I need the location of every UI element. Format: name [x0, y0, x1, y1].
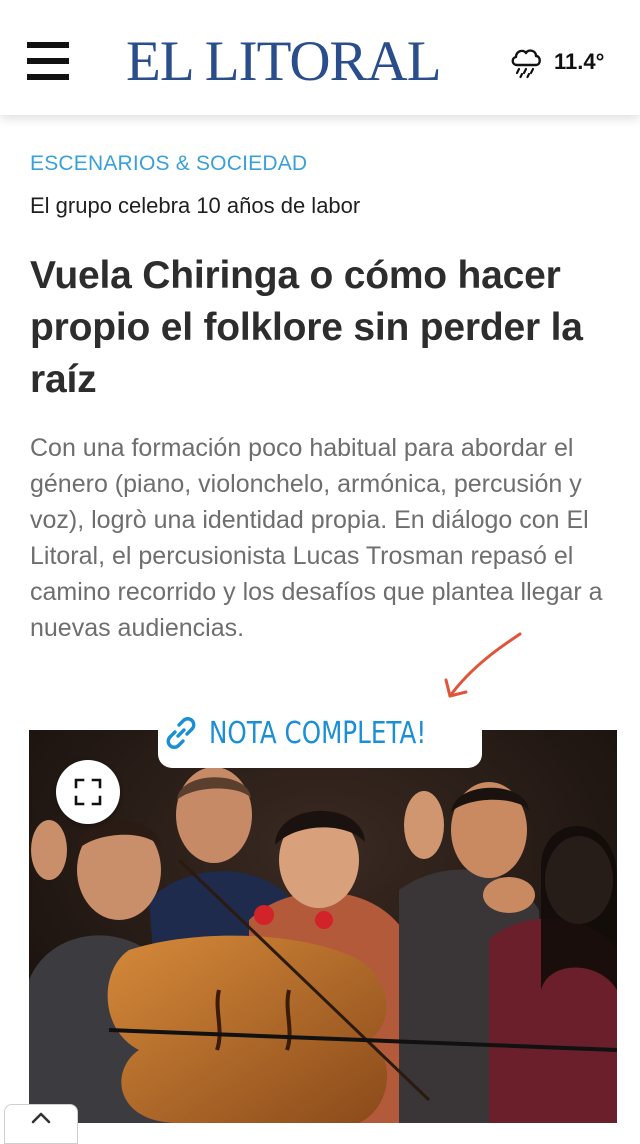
full-article-label: NOTA COMPLETA! [209, 715, 427, 751]
expand-photo-button[interactable] [56, 760, 120, 824]
full-article-sticker[interactable]: NOTA COMPLETA! [158, 698, 482, 768]
section-link[interactable]: ESCENARIOS & SOCIEDAD [30, 152, 307, 176]
scroll-top-button[interactable] [4, 1104, 78, 1144]
site-logo[interactable]: EL LITORAL [126, 30, 466, 94]
article-lead: Con una formación poco habitual para abo… [30, 434, 603, 642]
article-headline[interactable]: Vuela Chiringa o cómo hacer propio el fo… [30, 250, 620, 406]
article-kicker: El grupo celebra 10 años de labor [30, 193, 361, 218]
cloud-rain-icon [511, 49, 541, 79]
link-icon [166, 717, 196, 749]
site-header: EL LITORAL 11.4° [0, 0, 640, 115]
chevron-up-icon [31, 1112, 51, 1124]
expand-icon [74, 778, 102, 806]
temperature: 11.4° [554, 49, 605, 74]
hamburger-menu-icon[interactable] [27, 42, 71, 86]
weather-widget[interactable]: 11.4° [508, 42, 604, 82]
